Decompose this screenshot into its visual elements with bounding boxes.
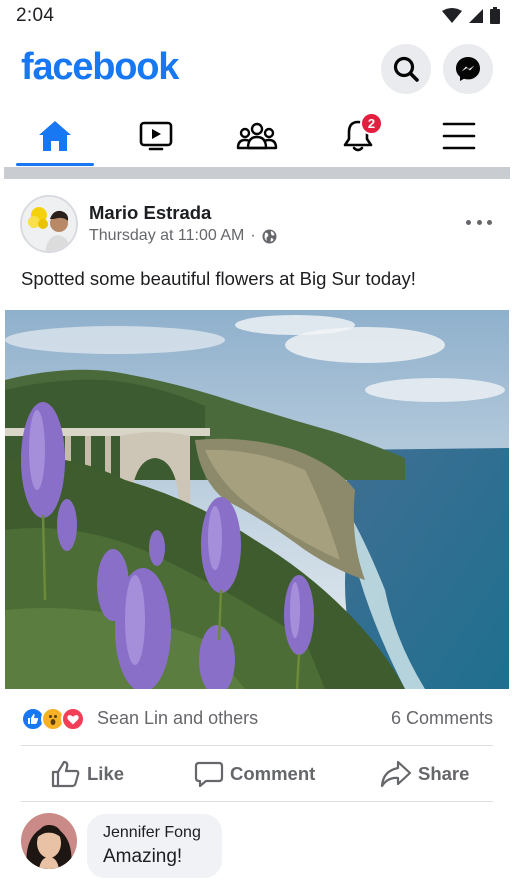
tab-groups[interactable] xyxy=(217,106,297,166)
post-timestamp[interactable]: Thursday at 11:00 AM xyxy=(89,227,244,245)
facebook-logo[interactable]: facebook xyxy=(21,46,179,89)
post-author[interactable]: Mario Estrada xyxy=(89,202,211,224)
share-button[interactable]: Share xyxy=(380,748,469,800)
video-icon xyxy=(139,121,173,151)
app-header: facebook xyxy=(0,32,514,106)
comment-item: Jennifer Fong Amazing! xyxy=(0,810,514,889)
comment-text: Amazing! xyxy=(103,846,183,867)
notification-badge: 2 xyxy=(360,112,383,135)
more-dot xyxy=(476,219,482,225)
tab-menu[interactable] xyxy=(419,106,499,166)
commenter-avatar[interactable] xyxy=(21,813,77,869)
search-button[interactable] xyxy=(381,44,431,94)
like-label: Like xyxy=(87,763,125,784)
messenger-icon xyxy=(456,57,480,81)
author-avatar[interactable] xyxy=(20,195,78,253)
comment-count[interactable]: 6 Comments xyxy=(391,708,493,729)
comment-button[interactable]: Comment xyxy=(194,748,315,800)
status-time: 2:04 xyxy=(16,5,55,26)
groups-icon xyxy=(236,122,278,150)
feed-divider xyxy=(4,167,510,179)
tab-watch[interactable] xyxy=(116,106,196,166)
love-reaction-icon xyxy=(61,707,85,731)
status-bar: 2:04 xyxy=(0,0,514,32)
comment-label: Comment xyxy=(230,763,316,784)
search-icon xyxy=(393,56,419,82)
nav-tabs: 2 xyxy=(0,106,514,168)
reaction-names[interactable]: Sean Lin and others xyxy=(97,708,258,729)
post-actions: Like Comment Share xyxy=(0,748,514,800)
more-dot xyxy=(487,219,492,225)
like-button[interactable]: Like xyxy=(51,748,124,800)
post-text: Spotted some beautiful flowers at Big Su… xyxy=(21,268,416,289)
more-dot xyxy=(466,219,471,225)
comment-icon xyxy=(194,761,224,788)
actions-divider-bottom xyxy=(21,801,493,802)
wifi-icon xyxy=(442,7,462,23)
reactions-summary[interactable]: Sean Lin and others 6 Comments xyxy=(0,700,514,738)
reaction-icons xyxy=(21,707,85,731)
comment-bubble[interactable]: Jennifer Fong Amazing! xyxy=(87,814,222,878)
share-icon xyxy=(380,760,412,788)
signal-icon xyxy=(469,8,483,23)
commenter-name[interactable]: Jennifer Fong xyxy=(103,824,222,842)
post-header: Mario Estrada Thursday at 11:00 AM · xyxy=(0,180,514,262)
messenger-button[interactable] xyxy=(443,44,493,94)
meta-separator: · xyxy=(250,227,256,244)
actions-divider-top xyxy=(21,745,493,746)
system-icons xyxy=(442,7,500,24)
tab-home[interactable] xyxy=(15,106,95,166)
hamburger-menu-icon xyxy=(442,122,476,150)
tab-notifications[interactable]: 2 xyxy=(318,106,398,166)
home-icon xyxy=(39,121,71,151)
post-meta: Thursday at 11:00 AM · xyxy=(89,227,277,245)
globe-icon xyxy=(262,229,277,243)
thumbs-up-icon xyxy=(51,760,80,788)
active-tab-indicator xyxy=(16,163,94,166)
share-label: Share xyxy=(418,763,470,784)
landscape-photo xyxy=(5,310,509,689)
post-more-options-button[interactable] xyxy=(462,214,496,230)
post-photo[interactable] xyxy=(5,310,509,689)
battery-icon xyxy=(490,7,500,24)
